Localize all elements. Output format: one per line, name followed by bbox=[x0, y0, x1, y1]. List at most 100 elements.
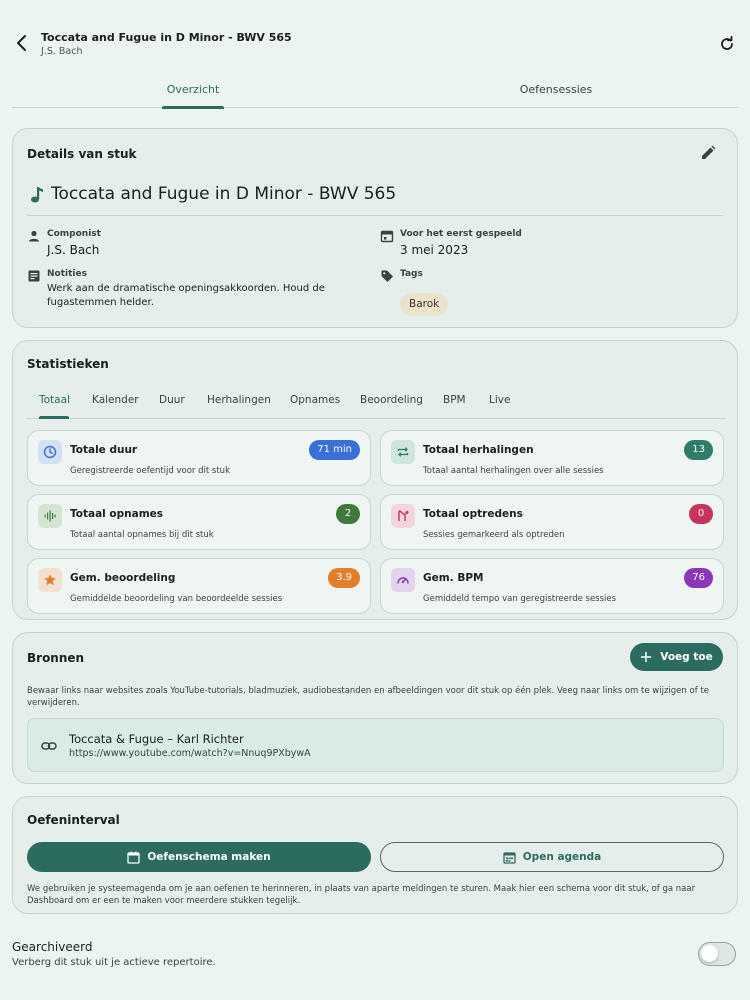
music-note-icon bbox=[31, 187, 43, 203]
header-titles: Toccata and Fugue in D Minor - BWV 565 J… bbox=[41, 31, 292, 57]
sources-card: Bronnen Voeg toe Bewaar links naar websi… bbox=[12, 632, 738, 784]
tab-overzicht[interactable]: Overzicht bbox=[162, 78, 224, 109]
tab-active-indicator bbox=[162, 106, 224, 109]
calendar-icon bbox=[503, 851, 516, 864]
stat-tab-kalender[interactable]: Kalender bbox=[92, 394, 139, 406]
create-schedule-label: Oefenschema maken bbox=[147, 851, 271, 863]
stat-tab-indicator bbox=[39, 416, 69, 419]
stat-tab-duur[interactable]: Duur bbox=[159, 394, 185, 406]
source-title: Toccata & Fugue – Karl Richter bbox=[69, 732, 244, 746]
stat-average-rating: Gem. beoordeling Gemiddelde beoordeling … bbox=[27, 558, 371, 614]
star-icon bbox=[44, 574, 56, 586]
stat-tab-herhalingen[interactable]: Herhalingen bbox=[207, 394, 271, 406]
first-played-value: 3 mei 2023 bbox=[400, 243, 469, 257]
tab-oefensessies[interactable]: Oefensessies bbox=[517, 78, 595, 108]
archived-title: Gearchiveerd bbox=[12, 940, 93, 954]
statistics-tabs: Totaal Kalender Duur Herhalingen Opnames… bbox=[27, 388, 725, 419]
source-url: https://www.youtube.com/watch?v=Nnuq9PXb… bbox=[69, 748, 311, 759]
calendar-icon bbox=[380, 230, 394, 243]
stat-title: Totaal herhalingen bbox=[423, 444, 534, 456]
statistics-heading: Statistieken bbox=[27, 357, 109, 371]
toggle-knob bbox=[701, 945, 718, 962]
composer-label: Componist bbox=[47, 229, 101, 239]
page-subtitle: J.S. Bach bbox=[41, 46, 83, 57]
stat-title: Gem. beoordeling bbox=[70, 572, 176, 584]
stat-tab-live[interactable]: Live bbox=[489, 394, 510, 406]
clock-icon bbox=[43, 445, 57, 459]
stat-tab-bpm[interactable]: BPM bbox=[443, 394, 466, 406]
refresh-icon bbox=[721, 35, 733, 50]
tab-label: Oefensessies bbox=[519, 83, 593, 96]
stat-tab-totaal[interactable]: Totaal bbox=[39, 394, 70, 406]
tags-label: Tags bbox=[400, 269, 423, 279]
piece-title-row: Toccata and Fugue in D Minor - BWV 565 bbox=[29, 184, 396, 204]
refresh-button[interactable] bbox=[718, 35, 736, 53]
waveform-icon bbox=[44, 510, 56, 522]
details-card: Details van stuk Toccata and Fugue in D … bbox=[12, 128, 738, 328]
back-button[interactable] bbox=[12, 33, 32, 53]
stat-total-duration: Totale duur Geregistreerde oefentijd voo… bbox=[27, 430, 371, 486]
practice-interval-card: Oefeninterval Oefenschema maken Open age… bbox=[12, 796, 738, 914]
sources-heading: Bronnen bbox=[27, 651, 85, 665]
details-heading: Details van stuk bbox=[27, 147, 137, 161]
speedometer-icon bbox=[397, 577, 409, 584]
page-title: Toccata and Fugue in D Minor - BWV 565 bbox=[41, 31, 292, 44]
person-icon bbox=[29, 230, 39, 242]
stat-title: Totaal opnames bbox=[70, 508, 164, 520]
tab-label: Overzicht bbox=[166, 83, 220, 96]
tags-field: Tags bbox=[380, 269, 710, 289]
stat-value-badge: 71 min bbox=[309, 440, 360, 460]
link-icon bbox=[41, 742, 57, 750]
calendar-add-icon bbox=[127, 851, 140, 864]
stat-total-performances: Totaal optredens Sessies gemarkeerd als … bbox=[380, 494, 724, 550]
top-app-bar: Toccata and Fugue in D Minor - BWV 565 J… bbox=[0, 0, 750, 80]
notes-field: Notities Werk aan de dramatische opening… bbox=[27, 269, 357, 314]
composer-value: J.S. Bach bbox=[47, 243, 100, 257]
open-calendar-button[interactable]: Open agenda bbox=[380, 842, 724, 872]
add-source-label: Voeg toe bbox=[660, 651, 713, 663]
piece-title: Toccata and Fugue in D Minor - BWV 565 bbox=[51, 184, 397, 204]
first-played-field: Voor het eerst gespeeld 3 mei 2023 bbox=[380, 229, 710, 259]
interval-description: We gebruiken je systeemagenda om je aan … bbox=[27, 884, 696, 906]
tag-chip[interactable]: Barok bbox=[400, 293, 449, 316]
stat-total-recordings: Totaal opnames Totaal aantal opnames bij… bbox=[27, 494, 371, 550]
stat-value-badge: 13 bbox=[684, 440, 713, 460]
performance-icon bbox=[398, 510, 409, 521]
stat-description: Gemiddelde beoordeling van beoordeelde s… bbox=[70, 594, 283, 604]
stat-title: Gem. BPM bbox=[423, 572, 484, 584]
archived-subtitle: Verberg dit stuk uit je actieve repertoi… bbox=[12, 957, 216, 968]
stat-title: Totaal optredens bbox=[423, 508, 523, 520]
stat-value-badge: 0 bbox=[689, 504, 713, 524]
stat-icon-bg bbox=[38, 440, 62, 464]
repeat-icon bbox=[397, 447, 409, 457]
sources-description: Bewaar links naar websites zoals YouTube… bbox=[27, 686, 709, 708]
stat-average-bpm: Gem. BPM Gemiddeld tempo van geregistree… bbox=[380, 558, 724, 614]
source-item[interactable]: Toccata & Fugue – Karl Richter https://w… bbox=[27, 718, 724, 772]
statistics-card: Statistieken Totaal Kalender Duur Herhal… bbox=[12, 340, 738, 620]
create-schedule-button[interactable]: Oefenschema maken bbox=[27, 842, 371, 872]
stat-description: Totaal aantal opnames bij dit stuk bbox=[70, 530, 214, 540]
tag-icon bbox=[381, 270, 393, 282]
stat-tab-beoordeling[interactable]: Beoordeling bbox=[360, 394, 423, 406]
edit-button[interactable] bbox=[699, 144, 717, 162]
stat-value-badge: 3.9 bbox=[328, 568, 360, 588]
notes-value: Werk aan de dramatische openingsakkoorde… bbox=[47, 283, 325, 308]
stat-tab-opnames[interactable]: Opnames bbox=[290, 394, 340, 406]
composer-field: Componist J.S. Bach bbox=[27, 229, 357, 259]
stat-description: Gemiddeld tempo van geregistreerde sessi… bbox=[423, 594, 617, 604]
archived-toggle[interactable] bbox=[698, 942, 736, 966]
stat-value-badge: 2 bbox=[336, 504, 360, 524]
stat-icon-bg bbox=[391, 504, 415, 528]
first-played-label: Voor het eerst gespeeld bbox=[400, 229, 522, 239]
stat-title: Totale duur bbox=[70, 444, 138, 456]
arrow-back-icon bbox=[17, 35, 26, 51]
stat-total-repetitions: Totaal herhalingen Totaal aantal herhali… bbox=[380, 430, 724, 486]
open-calendar-label: Open agenda bbox=[522, 851, 602, 863]
stat-icon-bg bbox=[38, 568, 62, 592]
notes-label: Notities bbox=[47, 269, 87, 279]
stat-description: Sessies gemarkeerd als optreden bbox=[423, 530, 565, 540]
pencil-icon bbox=[702, 145, 716, 159]
stat-description: Totaal aantal herhalingen over alle sess… bbox=[423, 466, 604, 476]
stat-icon-bg bbox=[38, 504, 62, 528]
add-source-button[interactable]: Voeg toe bbox=[630, 643, 723, 671]
